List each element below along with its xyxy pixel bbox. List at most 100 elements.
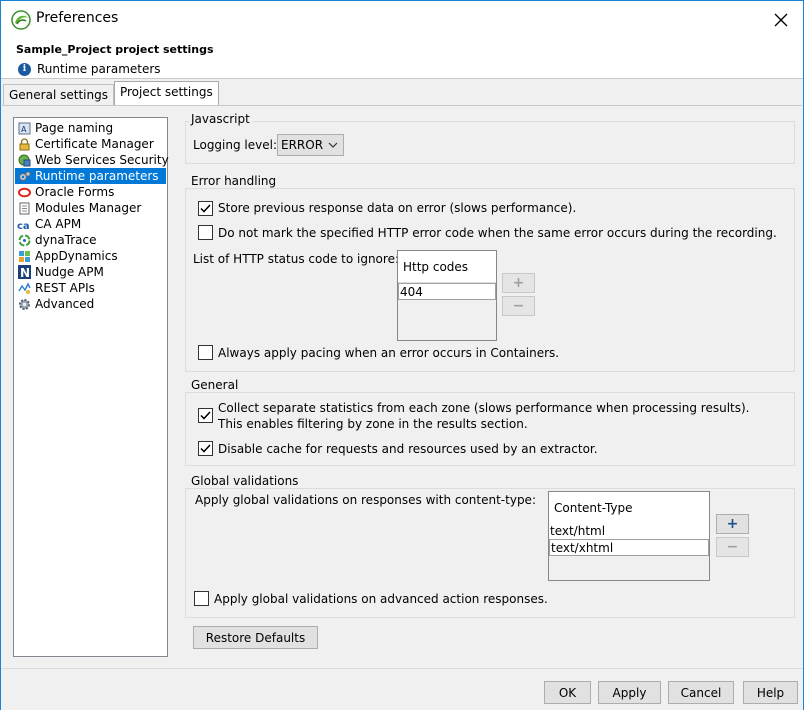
preferences-window: Preferences Sample_Project project setti…: [0, 0, 804, 710]
settings-tree: A Page naming Certificate Manager Web Se…: [13, 117, 169, 657]
logging-level-value: ERROR: [281, 138, 324, 152]
no-mark-error-label: Do not mark the specified HTTP error cod…: [218, 226, 777, 240]
app-logo-icon: [11, 10, 31, 30]
ok-button[interactable]: OK: [544, 681, 591, 704]
error-handling-group-title: Error handling: [189, 174, 279, 188]
header-subtitle: i Runtime parameters: [18, 62, 161, 76]
header-subtitle-text: Runtime parameters: [37, 62, 161, 76]
tree-item-label: Oracle Forms: [35, 185, 115, 199]
logging-level-label: Logging level:: [193, 138, 277, 152]
apply-validations-label: Apply global validations on responses wi…: [195, 493, 536, 507]
minus-icon: −: [512, 298, 525, 314]
tree-item-runtime-parameters[interactable]: Runtime parameters: [15, 168, 166, 184]
javascript-group-title: Javascript: [189, 112, 252, 126]
remove-content-type-button[interactable]: −: [716, 537, 749, 557]
cancel-button[interactable]: Cancel: [668, 681, 734, 704]
tree-item-label: Advanced: [35, 297, 95, 311]
tree-item-web-services-security[interactable]: Web Services Security: [15, 152, 169, 168]
gear-icon: [17, 297, 31, 311]
info-icon: i: [18, 62, 31, 76]
disable-cache-checkbox[interactable]: [198, 441, 213, 456]
tree-item-label: Nudge APM: [35, 265, 104, 279]
runtime-gears-icon: [17, 169, 31, 183]
close-button[interactable]: [758, 1, 804, 38]
tree-item-label: Runtime parameters: [35, 169, 159, 183]
global-validations-group-title: Global validations: [189, 474, 301, 488]
modules-icon: [17, 201, 31, 215]
tree-item-label: Certificate Manager: [35, 137, 154, 151]
help-button[interactable]: Help: [743, 681, 798, 704]
svg-text:N: N: [20, 266, 30, 279]
tree-item-certificate-manager[interactable]: Certificate Manager: [15, 136, 166, 152]
apply-button[interactable]: Apply: [598, 681, 661, 704]
add-content-type-button[interactable]: +: [716, 514, 749, 534]
collect-statistics-label: Collect separate statistics from each zo…: [218, 401, 750, 415]
http-codes-header: Http codes: [398, 251, 496, 283]
general-group-title: General: [189, 378, 241, 392]
tree-item-label: CA APM: [35, 217, 82, 231]
no-mark-error-checkbox[interactable]: [198, 225, 213, 240]
page-naming-icon: A: [17, 121, 31, 135]
tree-item-advanced[interactable]: Advanced: [15, 296, 166, 312]
plus-icon: +: [512, 275, 525, 291]
tree-item-rest-apis[interactable]: REST APIs: [15, 280, 166, 296]
tab-general-settings[interactable]: General settings: [3, 84, 114, 106]
tree-item-ca-apm[interactable]: ca CA APM: [15, 216, 166, 232]
always-pacing-label: Always apply pacing when an error occurs…: [218, 346, 560, 360]
tab-strip: General settings Project settings: [3, 81, 219, 106]
appdynamics-icon: [17, 249, 31, 263]
collect-statistics-sublabel: This enables filtering by zone in the re…: [218, 417, 528, 431]
svg-text:A: A: [21, 125, 27, 134]
rest-api-icon: [17, 281, 31, 295]
store-response-checkbox[interactable]: [198, 201, 213, 216]
table-row[interactable]: 404: [398, 283, 496, 300]
table-row[interactable]: text/xhtml: [549, 539, 709, 556]
dialog-footer: OK Apply Cancel Help: [1, 668, 803, 710]
advanced-responses-checkbox[interactable]: [194, 591, 209, 606]
lock-icon: [17, 137, 31, 151]
table-row[interactable]: text/html: [549, 523, 709, 540]
header-title: Sample_Project project settings: [16, 43, 214, 56]
tree-item-oracle-forms[interactable]: Oracle Forms: [15, 184, 166, 200]
tree-item-nudge-apm[interactable]: N Nudge APM: [15, 264, 166, 280]
add-http-code-button[interactable]: +: [502, 273, 535, 293]
svg-text:ca: ca: [17, 221, 30, 231]
tab-content: A Page naming Certificate Manager Web Se…: [2, 105, 802, 668]
checkmark-icon: [200, 411, 211, 420]
web-services-security-icon: [17, 153, 31, 167]
content-type-header: Content-Type: [549, 492, 709, 524]
window-title: Preferences: [36, 10, 119, 26]
checkmark-icon: [200, 444, 211, 453]
collect-statistics-checkbox[interactable]: [198, 408, 213, 423]
logging-level-select[interactable]: ERROR: [277, 134, 344, 156]
checkmark-icon: [200, 204, 211, 213]
ca-apm-icon: ca: [17, 217, 31, 231]
tree-item-label: dynaTrace: [35, 233, 97, 247]
tree-item-page-naming[interactable]: A Page naming: [15, 120, 166, 136]
advanced-responses-label: Apply global validations on advanced act…: [214, 592, 548, 606]
content-type-table[interactable]: Content-Type text/html text/xhtml: [548, 491, 710, 581]
close-icon: [774, 13, 788, 26]
remove-http-code-button[interactable]: −: [502, 296, 535, 316]
oracle-icon: [17, 185, 31, 199]
chevron-down-icon: [328, 142, 338, 148]
settings-header: Sample_Project project settings i Runtim…: [1, 38, 803, 79]
tree-item-label: AppDynamics: [35, 249, 118, 263]
dynatrace-icon: [17, 233, 31, 247]
always-pacing-checkbox[interactable]: [198, 345, 213, 360]
tree-item-label: Modules Manager: [35, 201, 142, 215]
tree-item-modules-manager[interactable]: Modules Manager: [15, 200, 166, 216]
nudge-apm-icon: N: [17, 265, 31, 279]
tree-item-appdynamics[interactable]: AppDynamics: [15, 248, 166, 264]
disable-cache-label: Disable cache for requests and resources…: [218, 442, 598, 456]
tree-item-label: Web Services Security: [35, 153, 169, 167]
tree-item-label: REST APIs: [35, 281, 95, 295]
tree-item-label: Page naming: [35, 121, 114, 135]
tab-project-settings[interactable]: Project settings: [113, 81, 219, 106]
restore-defaults-button[interactable]: Restore Defaults: [193, 626, 318, 649]
tree-item-dynatrace[interactable]: dynaTrace: [15, 232, 166, 248]
title-bar: Preferences: [1, 1, 803, 38]
store-response-label: Store previous response data on error (s…: [218, 201, 577, 215]
plus-icon: +: [726, 516, 739, 532]
http-codes-table[interactable]: Http codes 404: [397, 250, 497, 341]
